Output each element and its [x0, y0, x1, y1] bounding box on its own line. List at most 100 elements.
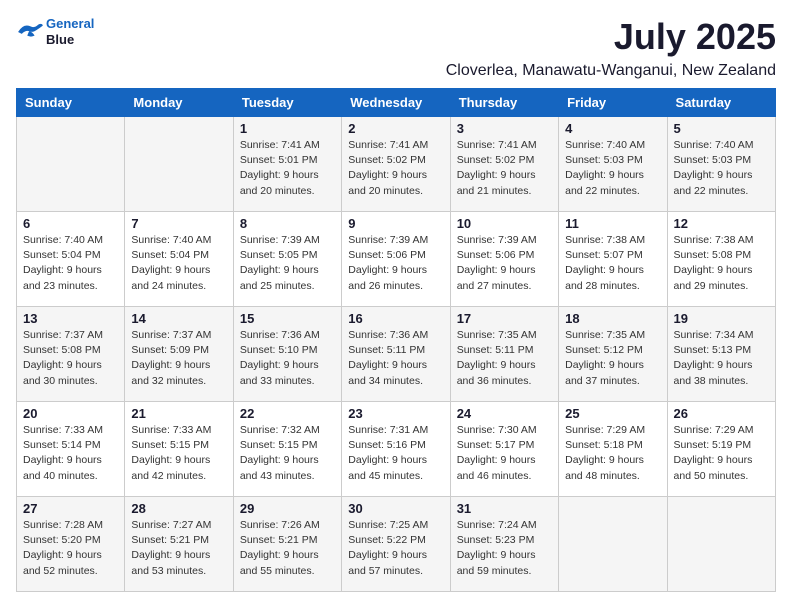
- calendar-cell: 8 Sunrise: 7:39 AMSunset: 5:05 PMDaylight…: [233, 212, 341, 307]
- page-header: General Blue July 2025: [16, 16, 776, 58]
- calendar-cell: 13Sunrise: 7:37 AMSunset: 5:08 PMDayligh…: [17, 307, 125, 402]
- day-info: Sunrise: 7:27 AMSunset: 5:21 PMDaylight:…: [131, 518, 226, 579]
- day-info: Sunrise: 7:33 AMSunset: 5:14 PMDaylight:…: [23, 423, 118, 484]
- day-number: 27: [23, 501, 118, 516]
- logo-icon: [16, 21, 44, 43]
- calendar-cell: 5 Sunrise: 7:40 AMSunset: 5:03 PMDaylight…: [667, 117, 775, 212]
- day-info: Sunrise: 7:35 AMSunset: 5:12 PMDaylight:…: [565, 328, 660, 389]
- day-info: Sunrise: 7:39 AMSunset: 5:06 PMDaylight:…: [457, 233, 552, 294]
- calendar-cell: 2 Sunrise: 7:41 AMSunset: 5:02 PMDaylight…: [342, 117, 450, 212]
- day-of-week-header: Sunday: [17, 89, 125, 117]
- calendar-cell: 19Sunrise: 7:34 AMSunset: 5:13 PMDayligh…: [667, 307, 775, 402]
- calendar-cell: 16Sunrise: 7:36 AMSunset: 5:11 PMDayligh…: [342, 307, 450, 402]
- day-of-week-header: Wednesday: [342, 89, 450, 117]
- day-info: Sunrise: 7:41 AMSunset: 5:01 PMDaylight:…: [240, 138, 335, 199]
- day-number: 31: [457, 501, 552, 516]
- day-number: 29: [240, 501, 335, 516]
- day-info: Sunrise: 7:25 AMSunset: 5:22 PMDaylight:…: [348, 518, 443, 579]
- calendar-week-row: 13Sunrise: 7:37 AMSunset: 5:08 PMDayligh…: [17, 307, 776, 402]
- day-info: Sunrise: 7:30 AMSunset: 5:17 PMDaylight:…: [457, 423, 552, 484]
- location-title: Cloverlea, Manawatu-Wanganui, New Zealan…: [16, 62, 776, 80]
- day-of-week-header: Thursday: [450, 89, 558, 117]
- calendar-cell: 22 Sunrise: 7:32 AMSunset: 5:15 PMDayligh…: [233, 402, 341, 497]
- day-of-week-header: Monday: [125, 89, 233, 117]
- day-number: 17: [457, 311, 552, 326]
- calendar-cell: 28 Sunrise: 7:27 AMSunset: 5:21 PMDayligh…: [125, 497, 233, 592]
- day-number: 2: [348, 121, 443, 136]
- day-number: 22: [240, 406, 335, 421]
- calendar-table: SundayMondayTuesdayWednesdayThursdayFrid…: [16, 88, 776, 592]
- calendar-cell: [667, 497, 775, 592]
- logo: General Blue: [16, 16, 94, 47]
- calendar-week-row: 1Sunrise: 7:41 AMSunset: 5:01 PMDaylight…: [17, 117, 776, 212]
- day-of-week-header: Tuesday: [233, 89, 341, 117]
- calendar-cell: 12 Sunrise: 7:38 AMSunset: 5:08 PMDayligh…: [667, 212, 775, 307]
- day-info: Sunrise: 7:40 AMSunset: 5:04 PMDaylight:…: [23, 233, 118, 294]
- calendar-week-row: 20 Sunrise: 7:33 AMSunset: 5:14 PMDayligh…: [17, 402, 776, 497]
- day-number: 8: [240, 216, 335, 231]
- day-number: 30: [348, 501, 443, 516]
- day-info: Sunrise: 7:39 AMSunset: 5:05 PMDaylight:…: [240, 233, 335, 294]
- day-of-week-header: Saturday: [667, 89, 775, 117]
- calendar-cell: [17, 117, 125, 212]
- calendar-cell: 18Sunrise: 7:35 AMSunset: 5:12 PMDayligh…: [559, 307, 667, 402]
- day-info: Sunrise: 7:34 AMSunset: 5:13 PMDaylight:…: [674, 328, 769, 389]
- calendar-cell: [125, 117, 233, 212]
- day-info: Sunrise: 7:35 AMSunset: 5:11 PMDaylight:…: [457, 328, 552, 389]
- day-info: Sunrise: 7:28 AMSunset: 5:20 PMDaylight:…: [23, 518, 118, 579]
- calendar-cell: 1Sunrise: 7:41 AMSunset: 5:01 PMDaylight…: [233, 117, 341, 212]
- day-info: Sunrise: 7:26 AMSunset: 5:21 PMDaylight:…: [240, 518, 335, 579]
- day-number: 5: [674, 121, 769, 136]
- day-number: 4: [565, 121, 660, 136]
- day-info: Sunrise: 7:40 AMSunset: 5:03 PMDaylight:…: [674, 138, 769, 199]
- day-number: 26: [674, 406, 769, 421]
- calendar-cell: 6 Sunrise: 7:40 AMSunset: 5:04 PMDaylight…: [17, 212, 125, 307]
- calendar-cell: 21 Sunrise: 7:33 AMSunset: 5:15 PMDayligh…: [125, 402, 233, 497]
- calendar-week-row: 27 Sunrise: 7:28 AMSunset: 5:20 PMDayligh…: [17, 497, 776, 592]
- day-number: 7: [131, 216, 226, 231]
- day-number: 21: [131, 406, 226, 421]
- day-info: Sunrise: 7:40 AMSunset: 5:03 PMDaylight:…: [565, 138, 660, 199]
- day-of-week-header: Friday: [559, 89, 667, 117]
- day-info: Sunrise: 7:32 AMSunset: 5:15 PMDaylight:…: [240, 423, 335, 484]
- calendar-cell: [559, 497, 667, 592]
- day-info: Sunrise: 7:29 AMSunset: 5:19 PMDaylight:…: [674, 423, 769, 484]
- day-number: 13: [23, 311, 118, 326]
- month-title: July 2025: [614, 16, 776, 58]
- day-number: 12: [674, 216, 769, 231]
- day-number: 28: [131, 501, 226, 516]
- day-number: 24: [457, 406, 552, 421]
- calendar-cell: 29 Sunrise: 7:26 AMSunset: 5:21 PMDayligh…: [233, 497, 341, 592]
- day-number: 10: [457, 216, 552, 231]
- calendar-cell: 14Sunrise: 7:37 AMSunset: 5:09 PMDayligh…: [125, 307, 233, 402]
- logo-text: General Blue: [46, 16, 94, 47]
- day-number: 20: [23, 406, 118, 421]
- day-info: Sunrise: 7:38 AMSunset: 5:08 PMDaylight:…: [674, 233, 769, 294]
- calendar-cell: 24 Sunrise: 7:30 AMSunset: 5:17 PMDayligh…: [450, 402, 558, 497]
- day-info: Sunrise: 7:41 AMSunset: 5:02 PMDaylight:…: [348, 138, 443, 199]
- calendar-cell: 15Sunrise: 7:36 AMSunset: 5:10 PMDayligh…: [233, 307, 341, 402]
- day-number: 6: [23, 216, 118, 231]
- day-number: 15: [240, 311, 335, 326]
- calendar-cell: 17 Sunrise: 7:35 AMSunset: 5:11 PMDayligh…: [450, 307, 558, 402]
- day-number: 9: [348, 216, 443, 231]
- day-info: Sunrise: 7:31 AMSunset: 5:16 PMDaylight:…: [348, 423, 443, 484]
- calendar-body: 1Sunrise: 7:41 AMSunset: 5:01 PMDaylight…: [17, 117, 776, 592]
- calendar-cell: 20 Sunrise: 7:33 AMSunset: 5:14 PMDayligh…: [17, 402, 125, 497]
- calendar-cell: 30 Sunrise: 7:25 AMSunset: 5:22 PMDayligh…: [342, 497, 450, 592]
- day-info: Sunrise: 7:29 AMSunset: 5:18 PMDaylight:…: [565, 423, 660, 484]
- day-number: 23: [348, 406, 443, 421]
- day-info: Sunrise: 7:33 AMSunset: 5:15 PMDaylight:…: [131, 423, 226, 484]
- calendar-cell: 23 Sunrise: 7:31 AMSunset: 5:16 PMDayligh…: [342, 402, 450, 497]
- day-info: Sunrise: 7:41 AMSunset: 5:02 PMDaylight:…: [457, 138, 552, 199]
- calendar-cell: 31Sunrise: 7:24 AMSunset: 5:23 PMDayligh…: [450, 497, 558, 592]
- days-of-week-row: SundayMondayTuesdayWednesdayThursdayFrid…: [17, 89, 776, 117]
- calendar-cell: 26 Sunrise: 7:29 AMSunset: 5:19 PMDayligh…: [667, 402, 775, 497]
- calendar-cell: 11Sunrise: 7:38 AMSunset: 5:07 PMDayligh…: [559, 212, 667, 307]
- day-info: Sunrise: 7:39 AMSunset: 5:06 PMDaylight:…: [348, 233, 443, 294]
- day-number: 11: [565, 216, 660, 231]
- calendar-cell: 27 Sunrise: 7:28 AMSunset: 5:20 PMDayligh…: [17, 497, 125, 592]
- calendar-cell: 7Sunrise: 7:40 AMSunset: 5:04 PMDaylight…: [125, 212, 233, 307]
- calendar-cell: 4 Sunrise: 7:40 AMSunset: 5:03 PMDaylight…: [559, 117, 667, 212]
- day-number: 25: [565, 406, 660, 421]
